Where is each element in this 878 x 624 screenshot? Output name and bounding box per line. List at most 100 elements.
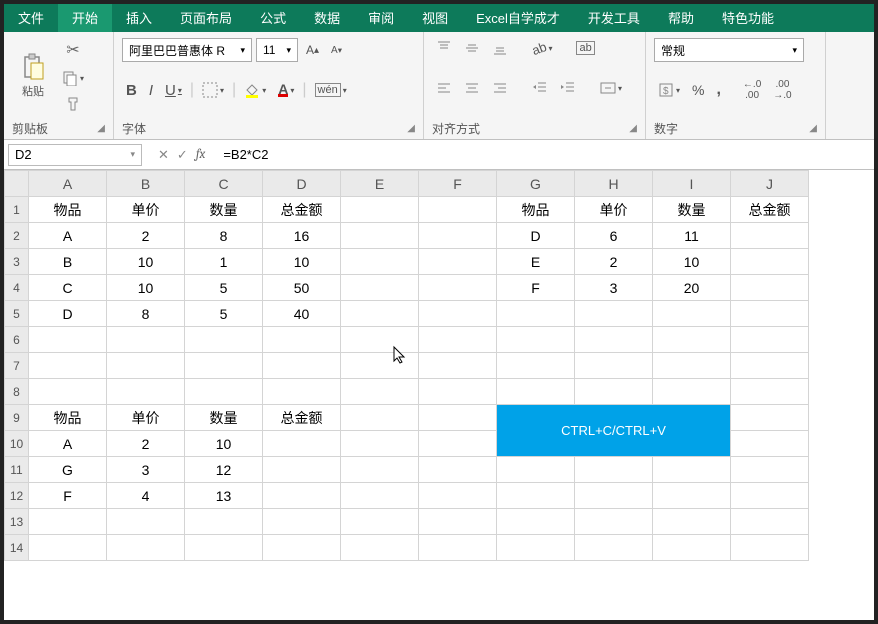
font-name-select[interactable]: 阿里巴巴普惠体 R▾ xyxy=(122,38,252,62)
decrease-decimal-button[interactable]: .00→.0 xyxy=(769,77,795,103)
increase-indent-button[interactable] xyxy=(556,78,580,98)
cell[interactable]: E xyxy=(497,249,575,275)
cell[interactable] xyxy=(419,197,497,223)
align-right-button[interactable] xyxy=(488,78,512,98)
cell[interactable]: 总金额 xyxy=(263,405,341,431)
cell[interactable] xyxy=(575,353,653,379)
cell[interactable]: 10 xyxy=(107,275,185,301)
cell[interactable] xyxy=(107,379,185,405)
cell[interactable] xyxy=(419,379,497,405)
cell[interactable] xyxy=(341,405,419,431)
row-header[interactable]: 12 xyxy=(5,483,29,509)
cell[interactable] xyxy=(731,405,809,431)
increase-decimal-button[interactable]: ←.0.00 xyxy=(739,77,765,103)
name-box[interactable]: D2▾ xyxy=(8,144,142,166)
cell[interactable] xyxy=(497,301,575,327)
spreadsheet-grid[interactable]: ABCDEFGHIJ1物品单价数量总金额物品单价数量总金额2A2816D6113… xyxy=(4,170,874,620)
cell[interactable] xyxy=(653,301,731,327)
cell[interactable]: 4 xyxy=(107,483,185,509)
cell[interactable] xyxy=(731,327,809,353)
cell[interactable]: 3 xyxy=(107,457,185,483)
cell[interactable] xyxy=(731,535,809,561)
cell[interactable] xyxy=(341,197,419,223)
cell[interactable]: 10 xyxy=(107,249,185,275)
italic-button[interactable]: I xyxy=(145,80,157,101)
cell[interactable]: 8 xyxy=(107,301,185,327)
cell[interactable] xyxy=(575,301,653,327)
row-header[interactable]: 14 xyxy=(5,535,29,561)
row-header[interactable]: 7 xyxy=(5,353,29,379)
cell[interactable] xyxy=(341,509,419,535)
cell[interactable]: 1 xyxy=(185,249,263,275)
row-header[interactable]: 1 xyxy=(5,197,29,223)
cell[interactable] xyxy=(263,431,341,457)
cell[interactable]: 2 xyxy=(575,249,653,275)
menu-tab-审阅[interactable]: 审阅 xyxy=(354,4,408,32)
cell[interactable]: 物品 xyxy=(29,405,107,431)
merge-center-button[interactable]: ▾ xyxy=(596,78,626,98)
border-button[interactable]: ▾ xyxy=(198,80,228,100)
menu-tab-插入[interactable]: 插入 xyxy=(112,4,166,32)
font-size-select[interactable]: 11▾ xyxy=(256,38,298,62)
cell[interactable] xyxy=(653,457,731,483)
clipboard-dialog-launcher[interactable]: ◢ xyxy=(97,123,105,134)
cell[interactable] xyxy=(185,535,263,561)
cell[interactable] xyxy=(653,327,731,353)
align-left-button[interactable] xyxy=(432,78,456,98)
cell[interactable] xyxy=(731,223,809,249)
cell[interactable] xyxy=(497,353,575,379)
cell[interactable] xyxy=(575,327,653,353)
align-dialog-launcher[interactable]: ◢ xyxy=(629,123,637,134)
cell[interactable]: 数量 xyxy=(185,197,263,223)
cell[interactable]: 数量 xyxy=(653,197,731,223)
cell[interactable] xyxy=(497,379,575,405)
cell[interactable] xyxy=(419,483,497,509)
phonetic-button[interactable]: wén▾ xyxy=(311,81,351,99)
menu-tab-特色功能[interactable]: 特色功能 xyxy=(708,4,788,32)
cell[interactable]: 10 xyxy=(185,431,263,457)
cell[interactable]: 物品 xyxy=(497,197,575,223)
align-bottom-button[interactable] xyxy=(488,38,512,58)
formula-input[interactable] xyxy=(217,144,874,166)
row-header[interactable]: 13 xyxy=(5,509,29,535)
column-header[interactable]: A xyxy=(29,171,107,197)
cell[interactable]: 总金额 xyxy=(263,197,341,223)
cell[interactable] xyxy=(341,275,419,301)
format-painter-button[interactable] xyxy=(58,94,88,114)
row-header[interactable]: 3 xyxy=(5,249,29,275)
cell[interactable] xyxy=(575,379,653,405)
cell[interactable]: D xyxy=(497,223,575,249)
cell[interactable] xyxy=(29,379,107,405)
cell[interactable] xyxy=(185,327,263,353)
cell[interactable]: 8 xyxy=(185,223,263,249)
cell[interactable] xyxy=(341,223,419,249)
cell[interactable]: 6 xyxy=(575,223,653,249)
cell[interactable]: 11 xyxy=(653,223,731,249)
cell[interactable] xyxy=(29,509,107,535)
cell[interactable] xyxy=(107,509,185,535)
cell[interactable] xyxy=(731,431,809,457)
cell[interactable] xyxy=(575,457,653,483)
select-all-corner[interactable] xyxy=(5,171,29,197)
cell[interactable] xyxy=(575,509,653,535)
cell[interactable]: 物品 xyxy=(29,197,107,223)
column-header[interactable]: G xyxy=(497,171,575,197)
cell[interactable] xyxy=(731,457,809,483)
align-middle-button[interactable] xyxy=(460,38,484,58)
cell[interactable] xyxy=(419,223,497,249)
cell[interactable]: 50 xyxy=(263,275,341,301)
cell[interactable]: 单价 xyxy=(575,197,653,223)
row-header[interactable]: 11 xyxy=(5,457,29,483)
cell[interactable] xyxy=(497,509,575,535)
cell[interactable]: A xyxy=(29,431,107,457)
row-header[interactable]: 5 xyxy=(5,301,29,327)
align-center-button[interactable] xyxy=(460,78,484,98)
cell[interactable] xyxy=(341,379,419,405)
cell[interactable] xyxy=(653,509,731,535)
cell[interactable] xyxy=(263,509,341,535)
cell[interactable]: 3 xyxy=(575,275,653,301)
cell[interactable] xyxy=(419,535,497,561)
cell[interactable]: 10 xyxy=(653,249,731,275)
cell[interactable]: C xyxy=(29,275,107,301)
cell[interactable]: D xyxy=(29,301,107,327)
